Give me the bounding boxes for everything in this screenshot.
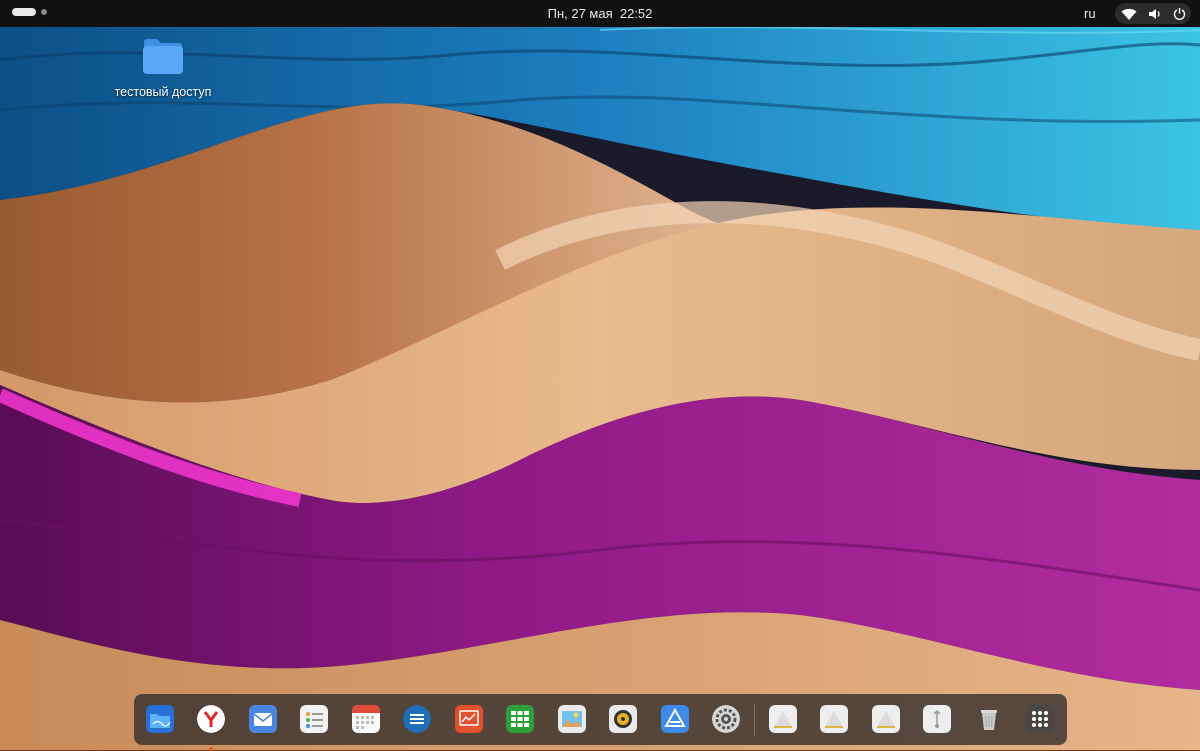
dock-item-presentation[interactable]	[453, 703, 485, 735]
files-icon	[146, 705, 174, 733]
active-workspace-pill	[12, 8, 36, 16]
dock-item-music-player[interactable]	[607, 703, 639, 735]
workspace-indicator[interactable]	[12, 8, 47, 16]
dock-item-drive-1[interactable]	[767, 703, 799, 735]
dock-item-tasks[interactable]	[298, 703, 330, 735]
desktop-wallpaper	[0, 0, 1200, 750]
app-grid-icon	[1026, 705, 1054, 733]
calendar-icon	[352, 705, 380, 733]
folder-icon	[141, 38, 185, 76]
spreadsheet-icon	[506, 705, 534, 733]
usb-drive-icon	[923, 705, 951, 733]
system-status-menu[interactable]	[1115, 3, 1191, 24]
desktop-item-folder[interactable]: тестовый доступ	[108, 38, 218, 99]
volume-icon	[1148, 8, 1162, 20]
presentation-icon	[455, 705, 483, 733]
music-player-icon	[609, 705, 637, 733]
checklist-icon	[300, 705, 328, 733]
drive-icon	[769, 705, 797, 733]
dock	[134, 694, 1067, 751]
trash-icon	[975, 705, 1003, 733]
power-icon	[1173, 7, 1186, 20]
dock-item-drive-3[interactable]	[870, 703, 902, 735]
desktop-item-label: тестовый доступ	[114, 85, 212, 99]
document-icon	[403, 705, 431, 733]
dock-item-files[interactable]	[144, 703, 176, 735]
dock-item-usb-drive[interactable]	[921, 703, 953, 735]
mail-icon	[249, 705, 277, 733]
drive-icon	[872, 705, 900, 733]
dock-item-text-editor[interactable]	[401, 703, 433, 735]
settings-gear-icon	[712, 705, 740, 733]
wifi-icon	[1121, 8, 1137, 20]
drive-icon	[820, 705, 848, 733]
dock-item-app-grid[interactable]	[1024, 703, 1056, 735]
dock-item-trash[interactable]	[973, 703, 1005, 735]
dock-item-image-viewer[interactable]	[556, 703, 588, 735]
dock-item-drive-2[interactable]	[818, 703, 850, 735]
dock-item-settings[interactable]	[710, 703, 742, 735]
yandex-browser-icon	[197, 705, 225, 733]
dock-item-app-store[interactable]	[659, 703, 691, 735]
dock-item-spreadsheet[interactable]	[504, 703, 536, 735]
dock-separator	[754, 704, 755, 736]
inactive-workspace-dot	[41, 9, 47, 15]
top-bar: Пн, 27 мая 22:52 ru	[0, 0, 1200, 27]
keyboard-layout-indicator[interactable]: ru	[1084, 6, 1096, 21]
image-viewer-icon	[558, 705, 586, 733]
clock: Пн, 27 мая 22:52	[0, 6, 1200, 21]
app-store-icon	[661, 705, 689, 733]
running-indicator	[209, 747, 213, 751]
dock-item-calendar[interactable]	[350, 703, 382, 735]
datetime-label[interactable]: Пн, 27 мая 22:52	[548, 6, 653, 21]
dock-item-yandex-browser[interactable]	[195, 703, 227, 751]
dock-item-mail[interactable]	[247, 703, 279, 735]
